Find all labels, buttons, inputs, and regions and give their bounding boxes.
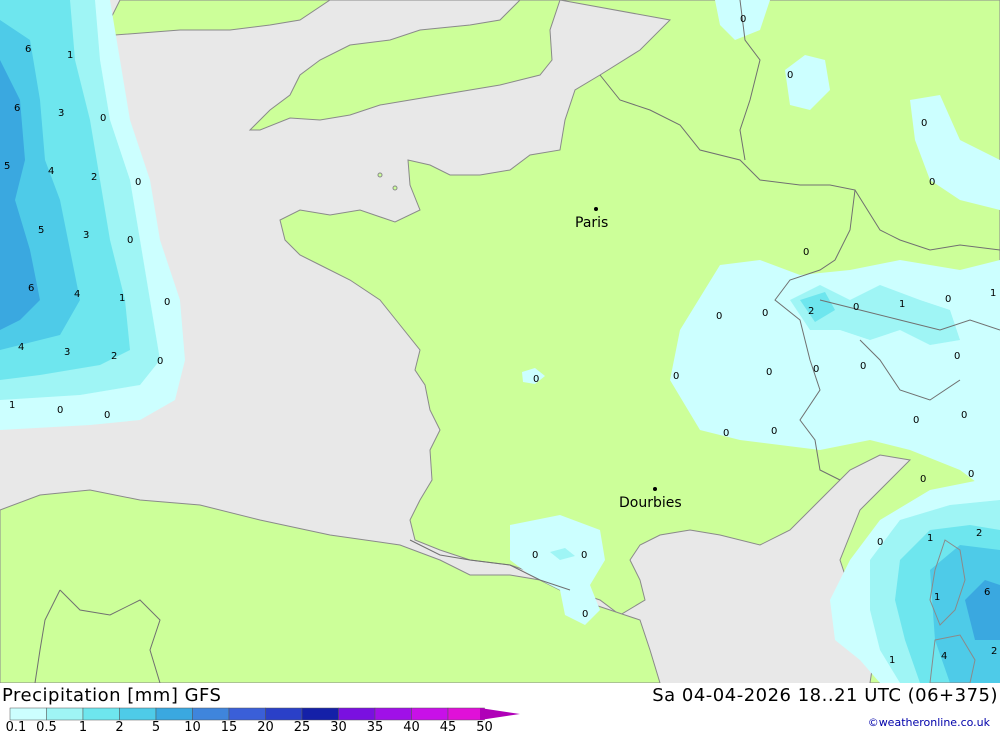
contour-value: 0 <box>532 550 538 561</box>
contour-value: 0 <box>716 311 722 322</box>
contour-value: 0 <box>57 405 63 416</box>
legend-bar: Precipitation [mm] GFS Sa 04-04-2026 18.… <box>0 683 1000 735</box>
contour-value: 0 <box>920 474 926 485</box>
contour-value: 6 <box>14 103 20 114</box>
contour-value: 1 <box>889 655 895 666</box>
contour-value: 1 <box>899 299 905 310</box>
contour-value: 4 <box>74 289 80 300</box>
contour-value: 0 <box>771 426 777 437</box>
contour-value: 0 <box>961 410 967 421</box>
contour-value: 0 <box>164 297 170 308</box>
color-swatch <box>265 707 303 721</box>
contour-value: 0 <box>913 415 919 426</box>
contour-value: 3 <box>83 230 89 241</box>
color-swatch <box>82 707 120 721</box>
contour-value: 0 <box>157 356 163 367</box>
island-guernsey <box>392 185 398 191</box>
contour-value: 0 <box>104 410 110 421</box>
contour-value: 0 <box>135 177 141 188</box>
contour-value: 0 <box>787 70 793 81</box>
contour-value: 4 <box>941 651 947 662</box>
contour-value: 1 <box>67 50 73 61</box>
city-label: Dourbies <box>619 495 682 511</box>
contour-value: 2 <box>91 172 97 183</box>
contour-value: 4 <box>18 342 24 353</box>
contour-value: 0 <box>582 609 588 620</box>
contour-value: 0 <box>581 550 587 561</box>
color-swatch <box>374 707 412 721</box>
contour-value: 2 <box>808 306 814 317</box>
contour-value: 3 <box>64 347 70 358</box>
color-swatch <box>228 707 266 721</box>
contour-value: 2 <box>991 646 997 657</box>
contour-value: 0 <box>100 113 106 124</box>
contour-value: 0 <box>766 367 772 378</box>
contour-value: 0 <box>954 351 960 362</box>
contour-value: 0 <box>673 371 679 382</box>
contour-value: 4 <box>48 166 54 177</box>
contour-value: 0 <box>803 247 809 258</box>
contour-value: 1 <box>934 592 940 603</box>
contour-value: 1 <box>927 533 933 544</box>
color-swatch <box>447 707 485 721</box>
contour-value: 0 <box>921 118 927 129</box>
color-scale-arrow <box>480 708 520 720</box>
contour-value: 2 <box>976 528 982 539</box>
contour-value: 0 <box>127 235 133 246</box>
city-label: Paris <box>575 215 608 231</box>
contour-value: 0 <box>723 428 729 439</box>
color-swatch <box>155 707 193 721</box>
contour-value: 6 <box>28 283 34 294</box>
color-scale <box>9 707 520 721</box>
contour-value: 1 <box>9 400 15 411</box>
contour-value: 1 <box>119 293 125 304</box>
color-swatch <box>338 707 376 721</box>
map-title: Precipitation [mm] GFS <box>2 685 222 706</box>
color-swatch <box>9 707 47 721</box>
color-swatch <box>46 707 84 721</box>
color-swatch <box>411 707 449 721</box>
contour-value: 0 <box>877 537 883 548</box>
credit[interactable]: ©weatheronline.co.uk <box>868 716 990 729</box>
contour-value: 1 <box>990 288 996 299</box>
contour-value: 0 <box>968 469 974 480</box>
contour-value: 0 <box>860 361 866 372</box>
contour-value: 0 <box>853 302 859 313</box>
contour-value: 6 <box>25 44 31 55</box>
precipitation-map: Paris Dourbies 6 1 6 3 0 5 4 2 0 5 3 0 6… <box>0 0 1000 684</box>
color-swatch <box>119 707 157 721</box>
contour-value: 5 <box>38 225 44 236</box>
contour-value: 0 <box>929 177 935 188</box>
contour-value: 6 <box>984 587 990 598</box>
contour-value: 0 <box>762 308 768 319</box>
contour-value: 0 <box>740 14 746 25</box>
contour-value: 0 <box>813 364 819 375</box>
contour-value: 0 <box>945 294 951 305</box>
island-jersey <box>377 172 383 178</box>
contour-value: 0 <box>533 374 539 385</box>
forecast-datetime: Sa 04-04-2026 18..21 UTC (06+375) <box>652 685 998 706</box>
contour-value: 3 <box>58 108 64 119</box>
color-swatch <box>192 707 230 721</box>
color-swatch <box>301 707 339 721</box>
contour-value: 2 <box>111 351 117 362</box>
contour-value: 5 <box>4 161 10 172</box>
